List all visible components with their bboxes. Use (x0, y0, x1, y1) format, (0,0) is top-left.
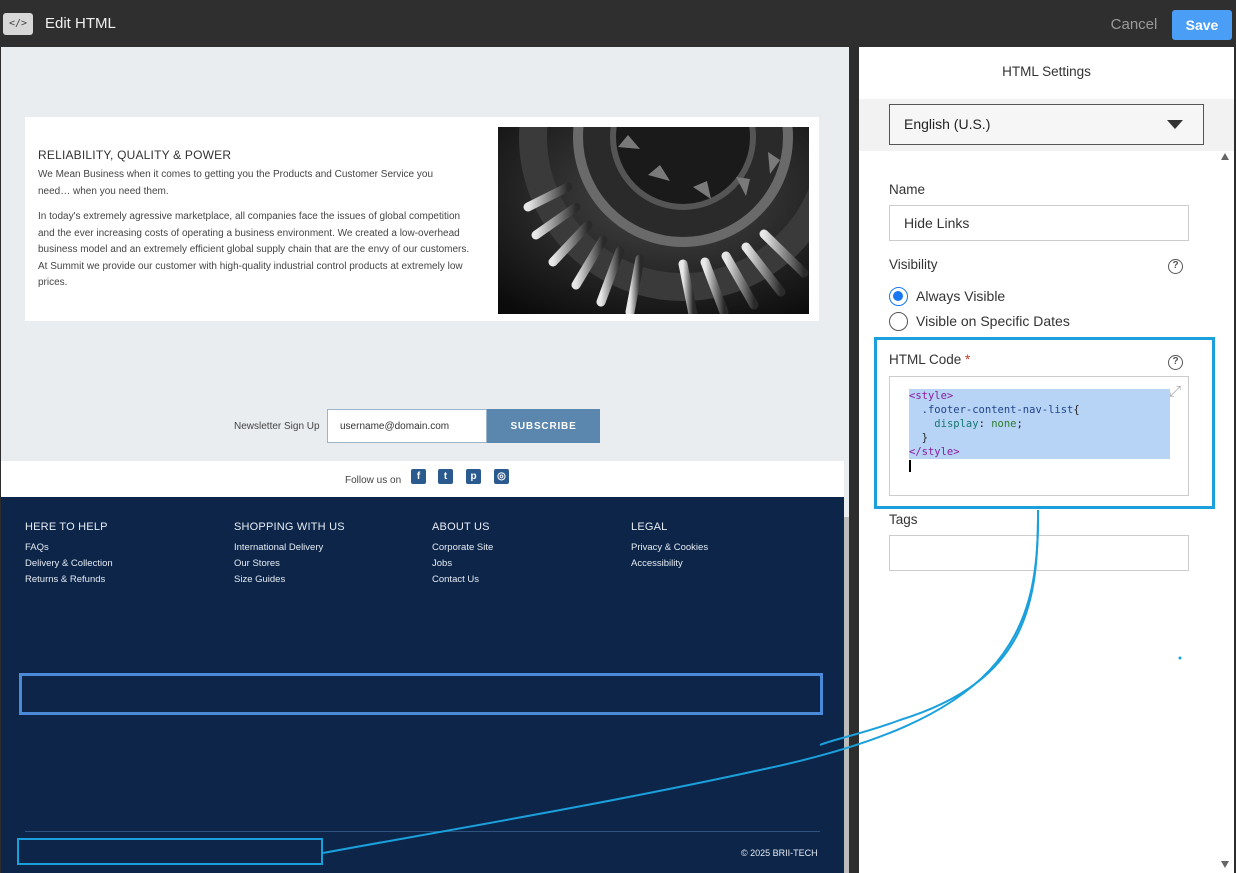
connector-lines (322, 509, 1182, 854)
